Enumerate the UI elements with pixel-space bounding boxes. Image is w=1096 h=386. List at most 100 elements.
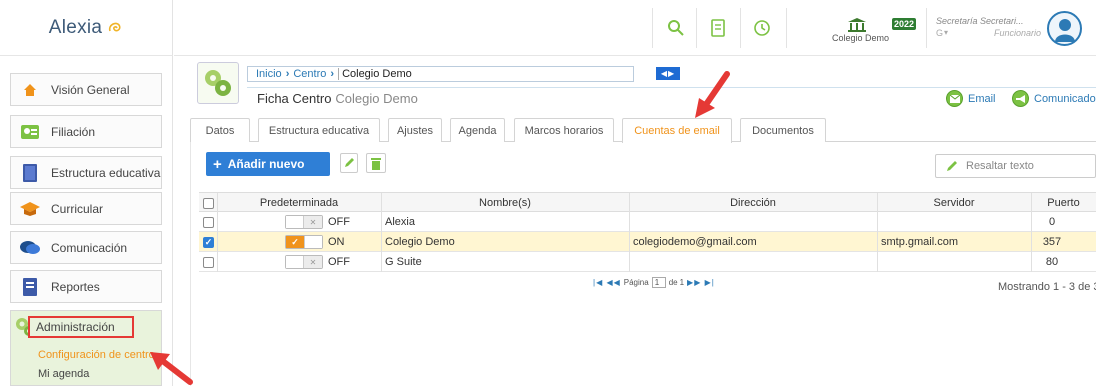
sidebar-item-label: Reportes — [51, 279, 100, 294]
highlight-search-input[interactable]: Resaltar texto — [935, 154, 1096, 178]
select-all-checkbox[interactable] — [203, 193, 214, 213]
pagination: |◀ ◀◀ Página 1 de 1 ▶▶ ▶| — [590, 277, 718, 288]
tab-datos[interactable]: Datos — [190, 118, 250, 142]
sidebar-item-label: Estructura educativa — [51, 165, 161, 180]
sidebar-item-administracion[interactable]: Administración — [28, 316, 134, 338]
cell-port: 80 — [1045, 256, 1059, 268]
col-direccion[interactable]: Dirección — [629, 193, 877, 213]
edit-button[interactable] — [340, 153, 358, 173]
tab-estructura-educativa[interactable]: Estructura educativa — [258, 118, 380, 142]
annotation-arrow-icon — [695, 71, 730, 118]
avatar[interactable] — [1047, 11, 1082, 46]
chat-bubbles-icon — [19, 238, 41, 258]
tab-ajustes[interactable]: Ajustes — [388, 118, 442, 142]
page-title-text: Ficha Centro — [257, 91, 332, 106]
cell-name: Alexia — [385, 216, 415, 228]
divider — [652, 8, 653, 48]
sidebar-item-estructura-educativa[interactable]: Estructura educativa — [10, 156, 162, 189]
pencil-icon — [947, 161, 957, 171]
divider — [786, 8, 787, 48]
document-icon[interactable] — [706, 16, 730, 40]
chevron-right-icon: › — [330, 68, 335, 80]
tab-marcos-horarios[interactable]: Marcos horarios — [514, 118, 614, 142]
cell-server: smtp.gmail.com — [881, 236, 959, 248]
pencil-icon — [345, 158, 354, 167]
row-checkbox[interactable] — [203, 212, 214, 232]
col-predeterminada[interactable]: Predeterminada — [217, 193, 381, 213]
add-new-button[interactable]: + Añadir nuevo — [206, 152, 330, 176]
add-new-label: Añadir nuevo — [227, 157, 305, 171]
comunicado-button-label: Comunicado — [1034, 92, 1096, 105]
tab-agenda[interactable]: Agenda — [450, 118, 505, 142]
default-toggle[interactable]: ✓ ON — [285, 232, 345, 252]
user-role[interactable]: Secretaría Secretari... — [936, 16, 1024, 26]
chevron-down-icon[interactable]: ▾ — [944, 28, 948, 37]
cell-name: Colegio Demo — [385, 236, 455, 248]
email-button-label: Email — [968, 92, 996, 105]
delete-button[interactable] — [366, 153, 386, 173]
plus-icon: + — [213, 155, 222, 173]
book-icon — [19, 163, 41, 183]
comunicado-button[interactable]: Comunicado — [1012, 90, 1096, 107]
sidebar-item-curricular[interactable]: Curricular — [10, 192, 162, 225]
graduation-cap-icon — [19, 199, 41, 219]
report-icon — [19, 277, 41, 297]
sidebar-item-reportes[interactable]: Reportes — [10, 270, 162, 303]
record-count: Mostrando 1 - 3 de 3 — [998, 281, 1096, 293]
first-prev-page-icon[interactable]: |◀ ◀◀ — [593, 278, 621, 287]
default-toggle[interactable]: ✕ OFF — [285, 252, 350, 272]
sidebar-item-vision-general[interactable]: Visión General — [10, 73, 162, 106]
check-icon: ✓ — [286, 236, 304, 248]
toggle-label: OFF — [328, 256, 350, 268]
user-prefix: G — [936, 28, 944, 38]
tab-documentos[interactable]: Documentos — [740, 118, 826, 142]
col-puerto[interactable]: Puerto — [1031, 193, 1096, 213]
app-logo[interactable]: Alexia — [0, 0, 173, 56]
tab-bar: Datos Estructura educativa Ajustes Agend… — [190, 118, 1096, 143]
table-row[interactable]: ✓ ✓ ON Colegio Demo colegiodemo@gmail.co… — [199, 232, 1096, 252]
prev-next-arrows-icon[interactable]: ◀▶ — [656, 67, 680, 80]
history-icon[interactable] — [750, 16, 774, 40]
sidebar-item-label: Visión General — [51, 82, 130, 97]
sidebar-item-filiacion[interactable]: Filiación — [10, 115, 162, 148]
table-row[interactable]: ✕ OFF G Suite 80 — [199, 252, 1096, 272]
annotation-arrow-icon — [150, 352, 193, 385]
row-checkbox[interactable] — [203, 252, 214, 272]
megaphone-icon — [1012, 90, 1029, 107]
breadcrumb: Inicio › Centro › Colegio Demo — [247, 66, 634, 82]
center-label[interactable]: Colegio Demo — [832, 33, 889, 43]
page-of-label: de — [668, 278, 678, 287]
col-servidor[interactable]: Servidor — [877, 193, 1031, 213]
app-name: Alexia — [48, 16, 103, 38]
divider — [926, 8, 927, 48]
sidebar-item-label: Filiación — [51, 124, 96, 139]
submenu-configuracion-centro[interactable]: Configuración de centro — [38, 349, 155, 361]
cell-port: 0 — [1048, 216, 1056, 228]
module-gears-icon — [197, 62, 239, 104]
col-nombre[interactable]: Nombre(s) — [381, 193, 629, 213]
sidebar-item-label: Administración — [36, 320, 115, 334]
sidebar-item-label: Curricular — [51, 201, 104, 216]
table-header-row: Predeterminada Nombre(s) Dirección Servi… — [199, 192, 1096, 213]
submenu-mi-agenda[interactable]: Mi agenda — [38, 368, 89, 380]
row-checkbox[interactable]: ✓ — [203, 232, 214, 252]
trash-icon — [371, 157, 381, 170]
logo-swirl-icon — [109, 22, 121, 31]
breadcrumb-current[interactable]: Colegio Demo — [338, 68, 412, 80]
sidebar-item-comunicacion[interactable]: Comunicación — [10, 231, 162, 264]
x-icon: ✕ — [304, 216, 322, 228]
page-subtitle: Colegio Demo — [335, 91, 418, 106]
user-type: Funcionario — [994, 28, 1042, 38]
page-input[interactable]: 1 — [651, 277, 666, 288]
page-label: Página — [623, 278, 649, 287]
year-badge[interactable]: 2022 — [892, 18, 916, 30]
default-toggle[interactable]: ✕ OFF — [285, 212, 350, 232]
table-row[interactable]: ✕ OFF Alexia 0 — [199, 212, 1096, 232]
page-title: Ficha Centro Colegio Demo — [257, 91, 418, 106]
cell-address: colegiodemo@gmail.com — [633, 236, 757, 248]
email-button[interactable]: Email — [946, 90, 996, 107]
breadcrumb-centro[interactable]: Centro — [293, 68, 326, 80]
next-last-page-icon[interactable]: ▶▶ ▶| — [687, 278, 715, 287]
search-icon[interactable] — [664, 16, 688, 40]
breadcrumb-inicio[interactable]: Inicio — [256, 68, 282, 80]
